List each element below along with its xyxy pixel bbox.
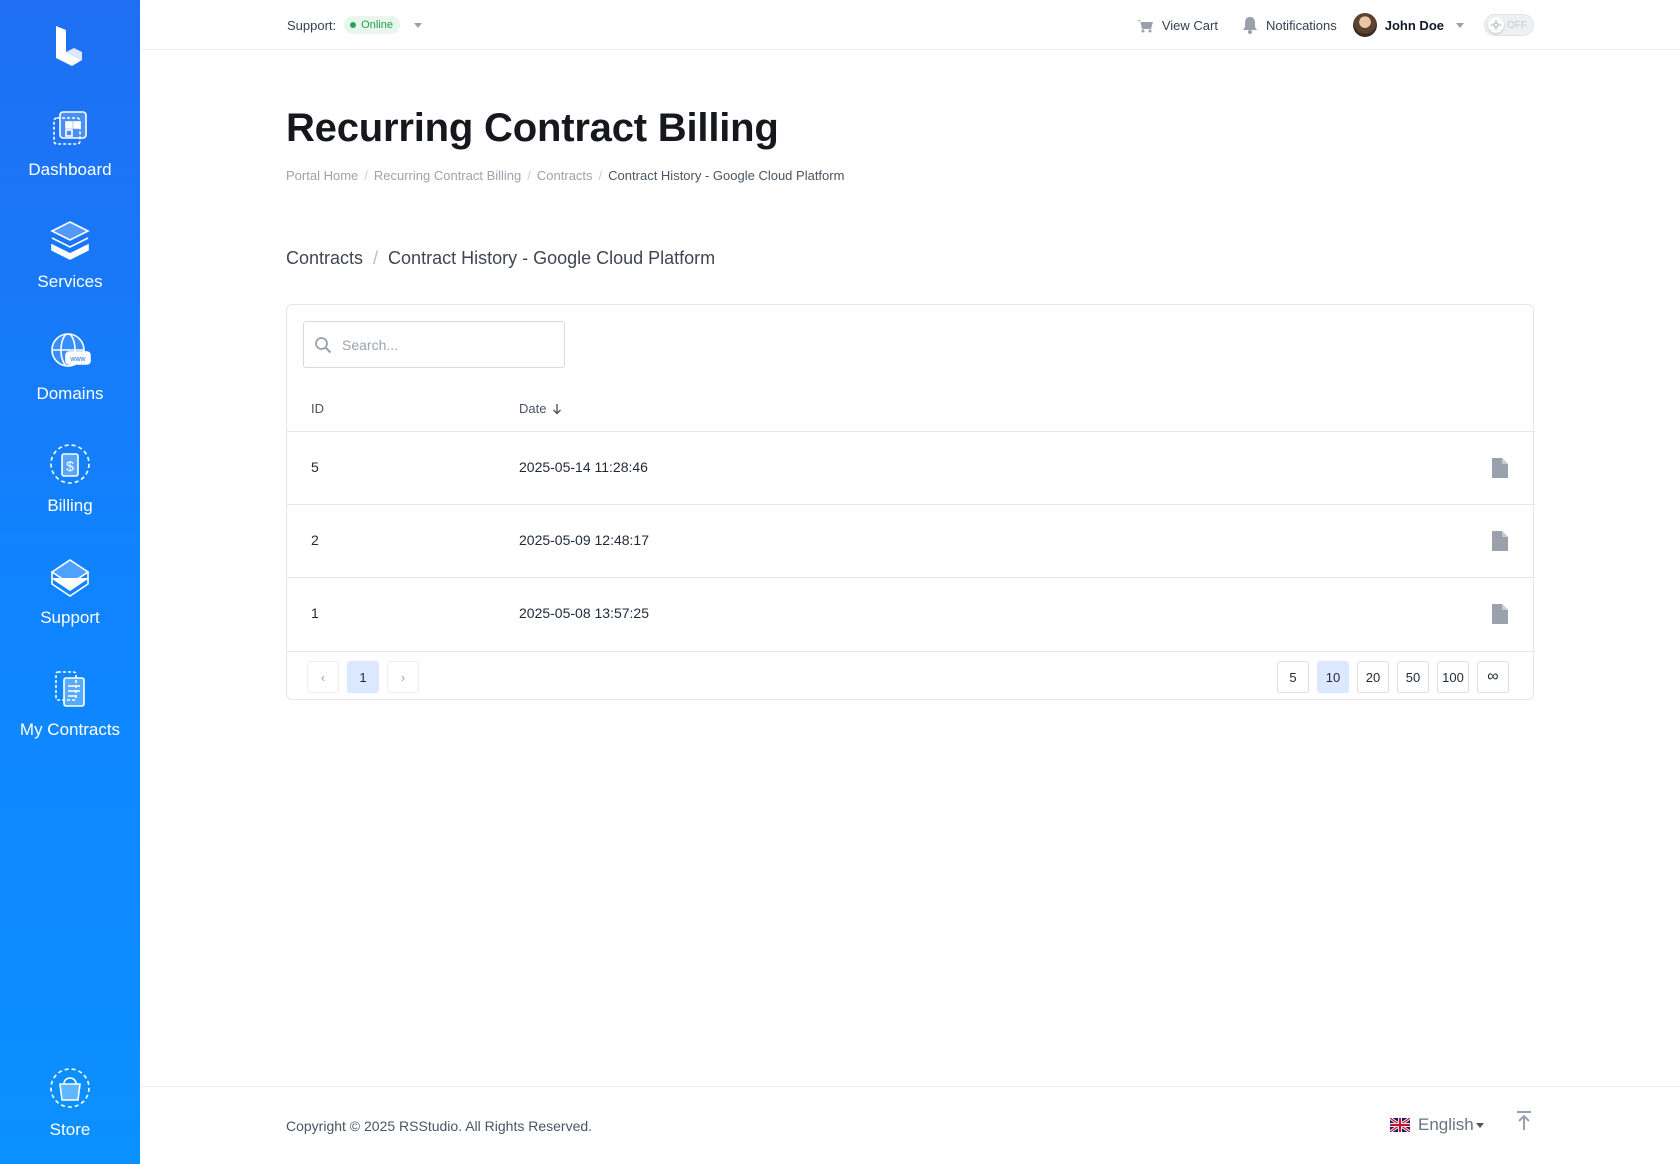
language-selector[interactable]: English [1390, 1115, 1484, 1135]
uk-flag-icon [1390, 1118, 1410, 1132]
table-footer: ‹ 1 › 5 10 20 50 100 ∞ [287, 651, 1535, 701]
sidebar-item-my-contracts[interactable]: My Contracts [0, 664, 140, 740]
breadcrumb-separator: / [598, 168, 603, 183]
breadcrumb-current: Contract History - Google Cloud Platform [608, 168, 845, 183]
view-cart-label: View Cart [1161, 17, 1218, 33]
status-dot-icon [350, 22, 357, 28]
page-title: Recurring Contract Billing [286, 106, 779, 150]
support-label: Support: [287, 17, 337, 33]
domains-icon: www [51, 333, 91, 367]
column-id-label: ID [311, 401, 324, 416]
pagination-prev-button[interactable]: ‹ [307, 661, 339, 693]
cart-icon [1136, 20, 1153, 33]
sidebar-item-services[interactable]: Services [0, 216, 140, 292]
theme-toggle[interactable]: OFF [1484, 14, 1534, 36]
sidebar: Dashboard Services www Domains $ Billing [0, 0, 140, 1164]
sort-descending-icon [553, 403, 562, 414]
contract-history-table: ID Date 5 2025-05-14 11:28:46 2 2025-05-… [286, 304, 1535, 701]
breadcrumb-portal-home[interactable]: Portal Home [286, 168, 358, 183]
section-current: Contract History - Google Cloud Platform [388, 248, 716, 268]
user-menu[interactable]: John Doe [1352, 13, 1464, 37]
section-breadcrumb: Contracts / Contract History - Google Cl… [286, 248, 715, 269]
page-size-all[interactable]: ∞ [1477, 661, 1509, 693]
bell-icon [1242, 17, 1257, 34]
column-date-label: Date [519, 401, 547, 416]
search-box[interactable] [303, 321, 565, 368]
sidebar-item-label: Domains [36, 384, 104, 403]
page-size-10[interactable]: 10 [1317, 661, 1349, 693]
dashboard-icon [53, 111, 87, 145]
page-size-20[interactable]: 20 [1357, 661, 1389, 693]
pagination-next-button[interactable]: › [387, 661, 419, 693]
topbar-actions: View Cart Notifications John Doe OFF [1136, 13, 1534, 37]
breadcrumb-recurring-billing[interactable]: Recurring Contract Billing [374, 168, 521, 183]
user-name: John Doe [1384, 17, 1444, 33]
support-icon [50, 559, 90, 597]
document-icon[interactable] [1491, 457, 1509, 479]
sidebar-item-store[interactable]: Store [0, 1064, 140, 1140]
services-icon [50, 221, 90, 260]
sidebar-item-label: Services [37, 272, 103, 291]
column-header-id[interactable]: ID [311, 401, 324, 416]
breadcrumb-separator: / [527, 168, 531, 183]
sidebar-item-label: Store [49, 1120, 91, 1139]
view-cart-link[interactable]: View Cart [1136, 17, 1218, 33]
row-date: 2025-05-09 12:48:17 [519, 532, 649, 548]
avatar [1352, 13, 1377, 37]
row-date: 2025-05-14 11:28:46 [519, 459, 648, 475]
document-icon[interactable] [1491, 530, 1509, 552]
scroll-to-top-icon[interactable] [1516, 1111, 1532, 1131]
support-status[interactable]: Support: Online [287, 16, 422, 34]
chevron-down-icon[interactable] [413, 22, 422, 28]
notifications-link[interactable]: Notifications [1242, 16, 1337, 34]
table-row[interactable]: 2 2025-05-09 12:48:17 [287, 504, 1535, 577]
breadcrumb-separator: / [373, 248, 379, 268]
sidebar-item-label: My Contracts [19, 720, 121, 739]
copyright-text: Copyright © 2025 RSStudio. All Rights Re… [286, 1118, 593, 1134]
page-size-100[interactable]: 100 [1437, 661, 1469, 693]
row-id: 2 [311, 532, 319, 548]
section-contracts-link[interactable]: Contracts [286, 248, 363, 269]
brand-logo-icon[interactable] [46, 22, 94, 70]
language-label: English [1418, 1115, 1474, 1134]
sidebar-item-support[interactable]: Support [0, 552, 140, 628]
sidebar-item-label: Dashboard [28, 160, 112, 179]
page-size-5[interactable]: 5 [1277, 661, 1309, 693]
chevron-down-icon [1475, 1122, 1484, 1128]
topbar: Support: Online View Cart Notifications … [140, 0, 1680, 50]
sidebar-item-label: Support [40, 608, 100, 627]
billing-icon: $ [50, 444, 90, 484]
online-badge: Online [344, 16, 400, 34]
pagination-page-button[interactable]: 1 [347, 661, 379, 693]
breadcrumb-contracts[interactable]: Contracts [537, 168, 593, 183]
row-date: 2025-05-08 13:57:25 [519, 605, 649, 621]
page-footer: Copyright © 2025 RSStudio. All Rights Re… [140, 1086, 1680, 1164]
toggle-label: OFF [1507, 19, 1527, 31]
sun-icon [1488, 17, 1504, 33]
svg-text:www: www [69, 356, 86, 363]
table-row[interactable]: 1 2025-05-08 13:57:25 [287, 577, 1535, 650]
search-input[interactable] [342, 336, 542, 353]
sidebar-item-label: Billing [47, 496, 93, 515]
svg-text:$: $ [66, 458, 74, 474]
chevron-down-icon [1456, 22, 1464, 28]
column-header-date[interactable]: Date [519, 401, 562, 416]
table-row[interactable]: 5 2025-05-14 11:28:46 [287, 431, 1535, 504]
contracts-icon [55, 671, 85, 707]
row-id: 5 [311, 459, 319, 475]
sidebar-item-billing[interactable]: $ Billing [0, 440, 140, 516]
document-icon[interactable] [1491, 603, 1509, 625]
search-icon [315, 336, 332, 353]
sidebar-item-domains[interactable]: www Domains [0, 328, 140, 404]
breadcrumb-separator: / [364, 168, 368, 183]
page-size-50[interactable]: 50 [1397, 661, 1429, 693]
online-label: Online [361, 19, 393, 31]
row-id: 1 [311, 605, 319, 621]
sidebar-item-dashboard[interactable]: Dashboard [0, 104, 140, 180]
store-icon [50, 1068, 90, 1108]
breadcrumb: Portal Home / Recurring Contract Billing… [286, 168, 844, 183]
notifications-label: Notifications [1265, 17, 1337, 33]
